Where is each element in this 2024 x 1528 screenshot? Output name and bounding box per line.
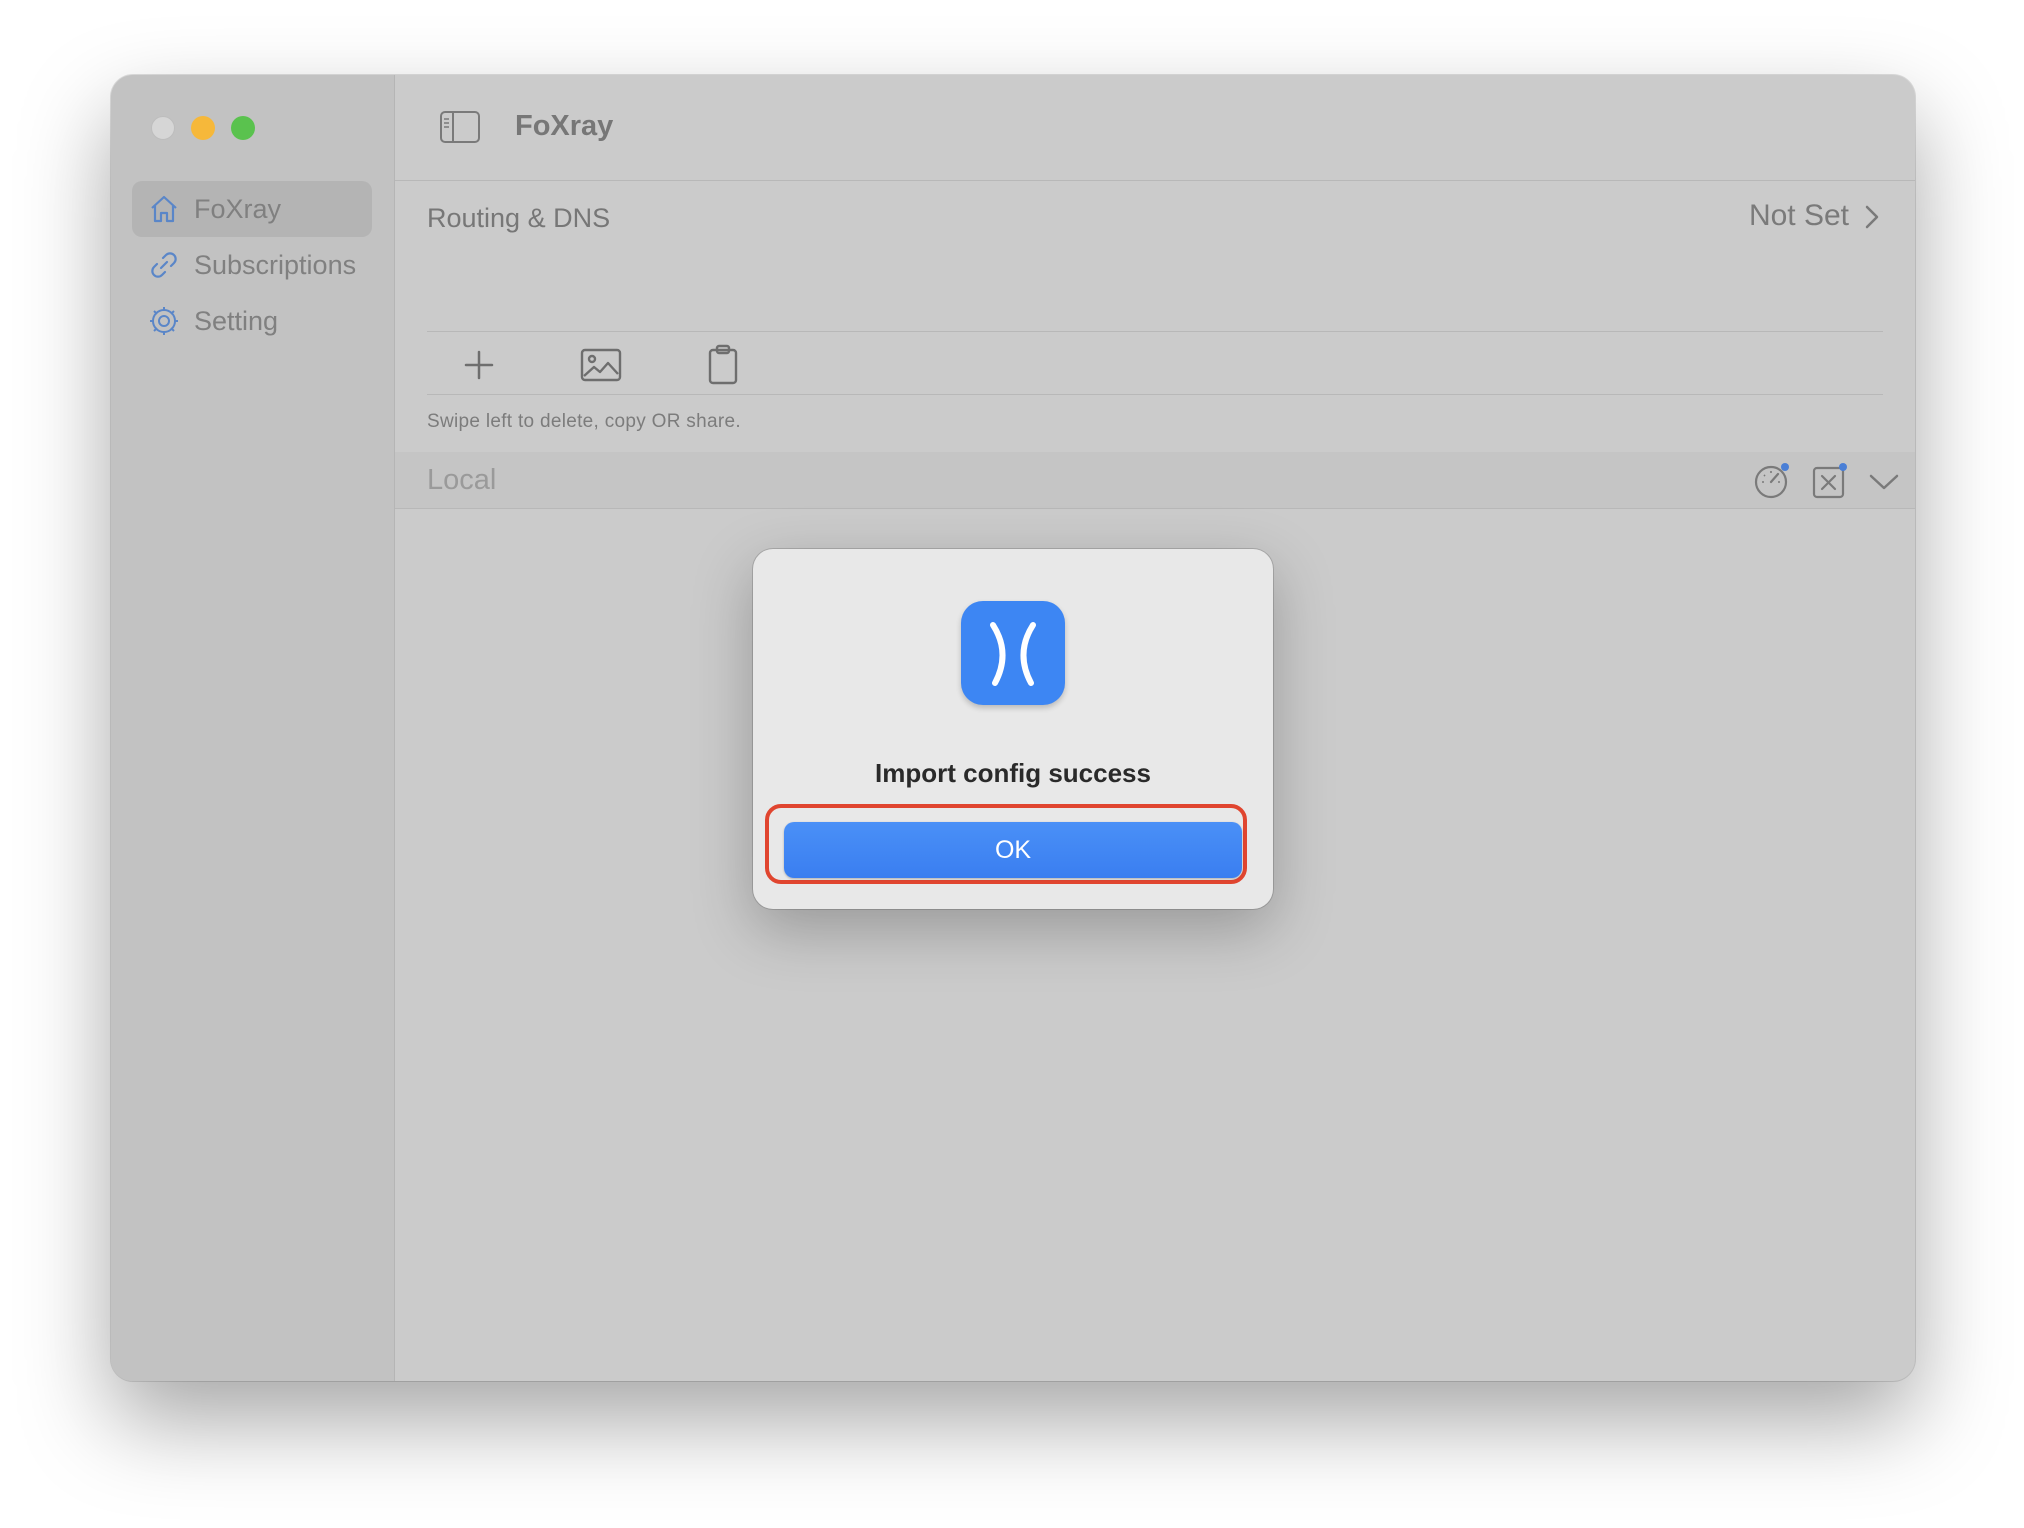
sidebar-toggle-icon[interactable] xyxy=(439,110,481,144)
section-label: Local xyxy=(427,464,497,496)
window-title: FoXray xyxy=(515,110,614,142)
link-icon xyxy=(148,249,180,281)
sidebar-item-label: Setting xyxy=(194,305,279,336)
sidebar-item-subscriptions[interactable]: Subscriptions xyxy=(132,237,372,293)
minimize-window-button[interactable] xyxy=(191,116,215,140)
maximize-window-button[interactable] xyxy=(231,116,255,140)
clipboard-icon[interactable] xyxy=(701,343,745,387)
toolbar xyxy=(427,331,1883,395)
sidebar-item-label: Subscriptions xyxy=(194,249,357,280)
close-window-button[interactable] xyxy=(151,116,175,140)
image-icon[interactable] xyxy=(577,343,625,387)
dialog-message: Import config success xyxy=(875,758,1151,788)
sidebar-item-setting[interactable]: Setting xyxy=(132,293,372,349)
sidebar-item-label: FoXray xyxy=(194,193,282,224)
speedometer-icon[interactable] xyxy=(1753,462,1791,500)
alert-dialog: Import config success OK xyxy=(753,549,1273,909)
routing-dns-row[interactable]: Routing & DNS Not Set xyxy=(427,181,1883,332)
sidebar: FoXray Subscriptions Setting xyxy=(111,75,395,1381)
local-section-header: Local xyxy=(395,452,1915,509)
title-bar: FoXray xyxy=(395,75,1915,181)
routing-dns-value: Not Set xyxy=(1748,199,1849,232)
gear-icon xyxy=(148,305,180,337)
routing-dns-label: Routing & DNS xyxy=(427,203,611,233)
chevron-right-icon xyxy=(1861,201,1883,233)
house-icon xyxy=(148,193,180,225)
swipe-hint-text: Swipe left to delete, copy OR share. xyxy=(427,411,741,432)
plus-icon[interactable] xyxy=(457,343,501,387)
app-icon xyxy=(961,601,1065,705)
clear-icon[interactable] xyxy=(1811,462,1849,500)
ok-button[interactable]: OK xyxy=(784,822,1242,878)
sidebar-item-foxray[interactable]: FoXray xyxy=(132,181,372,237)
chevron-down-icon[interactable] xyxy=(1867,462,1901,500)
